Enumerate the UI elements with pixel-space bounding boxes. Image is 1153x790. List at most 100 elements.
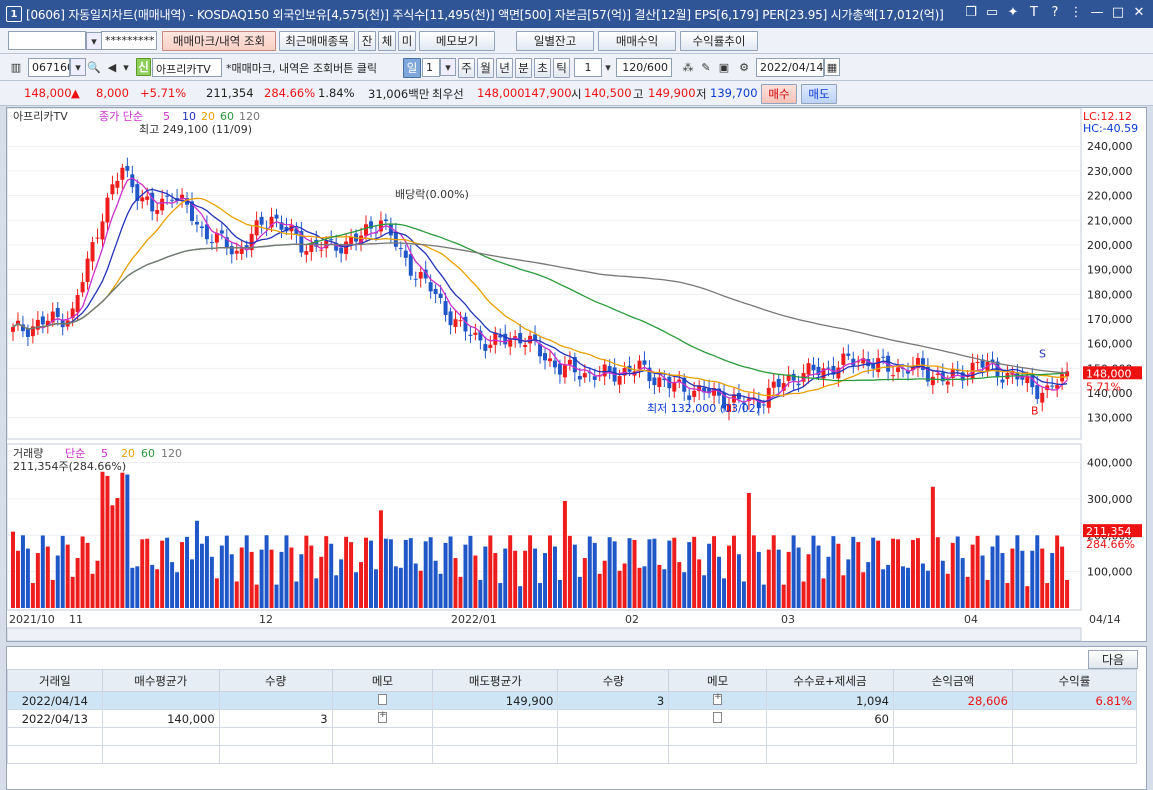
x-axis-label: 04 (964, 613, 978, 626)
volume-bar (786, 551, 791, 608)
price-panel (6, 107, 1082, 440)
buy-button[interactable]: 매수 (761, 84, 797, 104)
search-icon[interactable]: 🔍 (86, 58, 102, 76)
table-row (7, 745, 1138, 764)
code-dropdown-icon[interactable]: ▾ (70, 58, 86, 76)
pin-icon[interactable]: ✦ (1005, 5, 1021, 20)
volume-bar (925, 570, 930, 608)
price-candle (642, 360, 647, 365)
period-week-button[interactable]: 주 (458, 58, 475, 78)
data-count-input[interactable]: 120/600 (616, 58, 672, 77)
memo-icon[interactable] (713, 711, 723, 723)
period-year-button[interactable]: 년 (496, 58, 513, 78)
volume-bar (170, 562, 175, 608)
notice-text: *매매마크, 내역은 조회버튼 클릭 (226, 62, 378, 75)
help-icon[interactable]: ? (1047, 5, 1063, 20)
account-dropdown-icon[interactable]: ▾ (86, 32, 102, 50)
volume-bar (861, 572, 866, 608)
maximize-icon[interactable]: □ (1110, 5, 1126, 20)
col-pnl[interactable]: 손익금액 (892, 669, 1013, 692)
balance-button[interactable]: 잔 (358, 31, 376, 51)
password-input[interactable]: ********* (101, 31, 157, 50)
memo-view-button[interactable]: 메모보기 (419, 31, 495, 51)
stock-chart[interactable]: 240,000 230,000 220,000 210,000 200,000 190,0… (6, 107, 1146, 642)
settings-icon[interactable]: ⚙ (736, 58, 752, 76)
period-dropdown-icon[interactable]: ▾ (440, 58, 456, 76)
trade-amount: 31,006백만 (368, 87, 430, 101)
col-buy-qty[interactable]: 수량 (218, 669, 333, 692)
draw-tool-icon[interactable]: ✎ (698, 58, 714, 76)
volume-bar (702, 575, 707, 608)
volume-bar (110, 505, 115, 608)
period-number-input[interactable]: 1 (422, 58, 440, 77)
sell-memo[interactable] (668, 691, 767, 710)
next-button[interactable]: 다음 (1088, 650, 1138, 669)
trade-profit-button[interactable]: 매매수익 (598, 31, 676, 51)
account-input[interactable] (8, 31, 86, 50)
volume-bar (582, 558, 587, 608)
period-day-button[interactable]: 일 (403, 58, 421, 78)
period-minute-button[interactable]: 분 (515, 58, 532, 78)
indicator-icon[interactable]: ⁂ (680, 58, 696, 76)
col-sell-avg[interactable]: 매도평균가 (432, 669, 559, 692)
date-input[interactable]: 2022/04/14 (756, 58, 824, 77)
recent-trades-button[interactable]: 최근매매종목 (279, 31, 355, 51)
volume-bar (523, 550, 528, 608)
buy-memo[interactable] (331, 709, 434, 728)
unfilled-button[interactable]: 미 (398, 31, 416, 51)
save-icon[interactable]: ▣ (716, 58, 732, 76)
price-candle (592, 376, 597, 380)
daily-balance-button[interactable]: 일별잔고 (516, 31, 594, 51)
memo-icon[interactable] (377, 693, 387, 705)
col-trade-date[interactable]: 거래일 (7, 669, 103, 692)
sell-memo[interactable] (668, 709, 767, 728)
text-icon[interactable]: T (1026, 5, 1042, 20)
stock-code-input[interactable]: 067160 (28, 58, 70, 77)
chart-panel[interactable]: 240,000 230,000 220,000 210,000 200,000 190,0… (6, 107, 1147, 642)
volume-bar (567, 535, 572, 608)
sell-button[interactable]: 매도 (801, 84, 837, 104)
memo-add-icon[interactable] (713, 692, 723, 705)
volume-bar (25, 548, 30, 608)
price-candle (254, 220, 259, 236)
volume-bar (1010, 548, 1015, 608)
volume-bar (846, 559, 851, 608)
col-fee[interactable]: 수수료+제세금 (765, 669, 894, 692)
screen-icon[interactable]: ▭ (984, 5, 1000, 20)
period-tick-button[interactable]: 틱 (553, 58, 570, 78)
table-row[interactable]: 2022/04/14 149,900 3 1,094 28,606 6.81% (7, 691, 1138, 710)
tick-number-input[interactable]: 1 (574, 58, 602, 77)
volume-bar (274, 584, 279, 608)
price-candle (438, 293, 443, 299)
stock-name-field[interactable]: 아프리카TV (152, 58, 222, 77)
x-axis-label: 12 (259, 613, 273, 626)
col-sell-memo[interactable]: 메모 (668, 669, 767, 692)
layout-icon[interactable]: ▥ (8, 58, 24, 76)
volume-bar (707, 543, 712, 608)
price-candle (562, 364, 567, 378)
table-row[interactable]: 2022/04/13 140,000 3 60 (7, 709, 1138, 728)
minimize-icon[interactable]: — (1089, 5, 1105, 20)
calendar-icon[interactable]: ▦ (824, 58, 840, 76)
period-second-button[interactable]: 초 (534, 58, 551, 78)
col-buy-avg[interactable]: 매수평균가 (101, 669, 220, 692)
price-candle (219, 230, 224, 234)
col-return[interactable]: 수익률 (1011, 669, 1138, 692)
menu-icon[interactable]: ⋮ (1068, 5, 1084, 20)
restore-icon[interactable]: ❐ (963, 5, 979, 20)
close-icon[interactable]: ✕ (1131, 5, 1147, 20)
sell-avg: 149,900 (432, 691, 559, 710)
volume-bar (413, 563, 418, 608)
volume-bar (667, 540, 672, 608)
tick-dropdown-icon[interactable]: ▾ (600, 58, 616, 76)
buy-memo[interactable] (331, 691, 434, 710)
trade-mark-query-button[interactable]: 매매마크/내역 조회 (162, 31, 276, 51)
return-trend-button[interactable]: 수익률추이 (680, 31, 758, 51)
col-sell-qty[interactable]: 수량 (557, 669, 670, 692)
period-month-button[interactable]: 월 (477, 58, 494, 78)
memo-add-icon[interactable] (377, 710, 387, 723)
filled-button[interactable]: 체 (378, 31, 396, 51)
volume-bar (1035, 535, 1040, 608)
col-buy-memo[interactable]: 메모 (331, 669, 434, 692)
speaker-dropdown-icon[interactable]: ▾ (118, 58, 134, 76)
